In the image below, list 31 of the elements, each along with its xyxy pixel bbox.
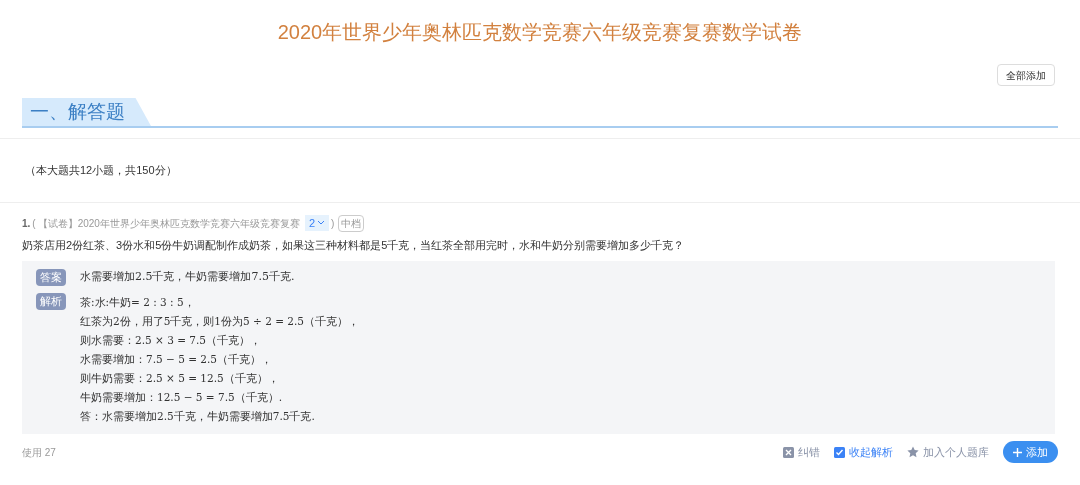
section-title: 一、解答题	[22, 98, 151, 126]
report-action[interactable]: 纠错	[783, 443, 820, 461]
add-all-button[interactable]: 全部添加	[997, 64, 1055, 86]
checkbox-icon[interactable]	[834, 446, 845, 458]
paren: (	[32, 216, 36, 231]
question-text: 奶茶店用2份红茶、3份水和5份牛奶调配制作成奶茶，如果这三种材料都是5千克，当红茶全部用完时，水和牛奶分别需要增加多少千克？	[22, 238, 686, 253]
difficulty-tag: 中档	[338, 214, 365, 232]
chevron-down-icon	[317, 220, 326, 226]
analysis-line: 答：水需要增加2.5千克，牛奶需要增加7.5千克.	[80, 409, 316, 424]
analysis-line: 水需要增加：7.5 − 5 = 2.5（千克），	[80, 352, 274, 367]
section-summary: （本大题共12小题，共150分）	[25, 163, 177, 179]
collapse-action[interactable]: 收起解析	[834, 443, 893, 461]
analysis-label: 解析	[36, 293, 66, 310]
answer-label: 答案	[36, 269, 66, 286]
add-button[interactable]: 添加	[1003, 441, 1058, 463]
usage-count: 使用 27	[22, 445, 56, 460]
page-title: 2020年世界少年奥林匹克数学竞赛六年级竞赛复赛数学试卷	[277, 20, 803, 45]
question-number: 1.	[22, 216, 31, 231]
analysis-line: 红茶为2份，用了5千克，则1份为5 ÷ 2 = 2.5（千克），	[80, 314, 360, 329]
answer-text: 水需要增加2.5千克，牛奶需要增加7.5千克.	[80, 269, 295, 286]
paren: )	[331, 216, 335, 231]
close-icon	[783, 446, 794, 458]
analysis-line: 则牛奶需要：2.5 × 5 = 12.5（千克），	[80, 371, 280, 386]
star-icon	[907, 446, 919, 458]
version-dropdown[interactable]: 2	[304, 215, 330, 231]
plus-icon	[1013, 447, 1022, 457]
question-source: 【试卷】2020年世界少年奥林匹克数学竞赛六年级竞赛复赛	[37, 216, 300, 231]
analysis-line: 则水需要：2.5 × 3 = 7.5（千克），	[80, 333, 263, 348]
favorite-action[interactable]: 加入个人题库	[907, 443, 989, 461]
analysis-line: 牛奶需要增加：12.5 − 5 = 7.5（千克）.	[80, 390, 284, 405]
analysis-line: 茶:水:牛奶= 2 : 3 : 5，	[80, 295, 196, 310]
